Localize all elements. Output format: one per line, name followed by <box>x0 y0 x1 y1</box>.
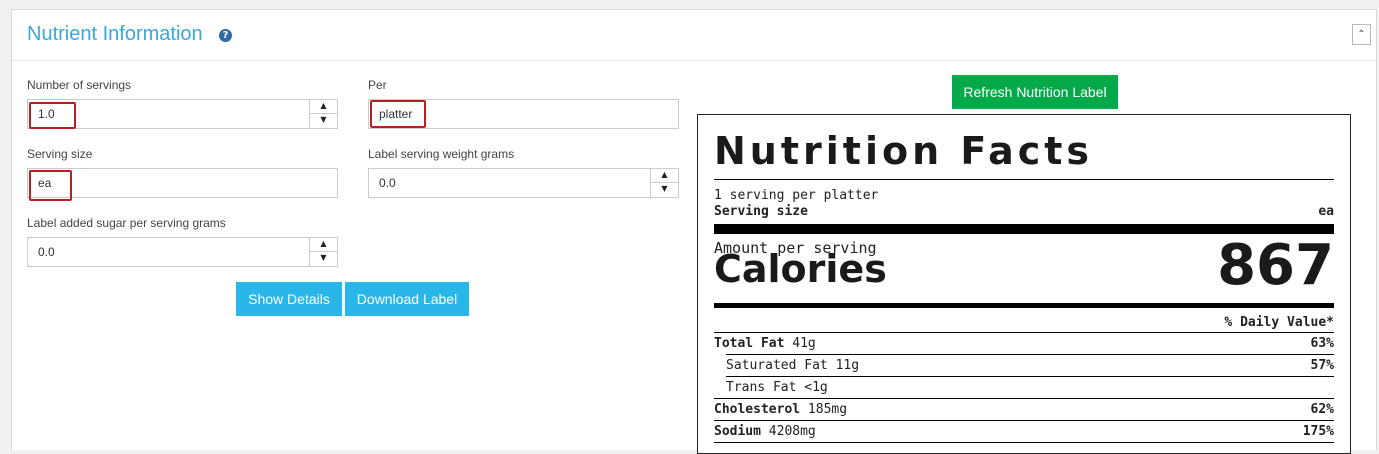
serving-size-highlight-box <box>29 170 72 201</box>
sugar-label: Label added sugar per serving grams <box>27 216 226 230</box>
serving-size-value: ea <box>1318 204 1334 219</box>
stepper-up-icon[interactable]: ▲ <box>310 99 337 114</box>
stepper-down-icon[interactable]: ▼ <box>310 113 337 127</box>
chevron-double-up-icon: ⌃ <box>1357 29 1366 40</box>
servings-highlight-box <box>29 102 76 129</box>
refresh-nutrition-label-button[interactable]: Refresh Nutrition Label <box>952 75 1118 109</box>
help-icon[interactable]: ? <box>219 29 232 42</box>
nutrient-amount: <1g <box>804 380 828 395</box>
nutrient-daily-value: 62% <box>1310 402 1334 417</box>
medium-divider <box>714 303 1334 308</box>
nutrient-row-label: Total Fat 41g <box>714 336 816 351</box>
weight-input[interactable]: 0.0 <box>368 168 679 198</box>
nutrient-daily-value: 57% <box>1310 358 1334 373</box>
nutrient-amount: 185mg <box>807 402 848 417</box>
per-label: Per <box>368 78 387 92</box>
nutrient-row-label: Cholesterol 185mg <box>714 402 847 417</box>
calories-value: 867 <box>1217 233 1334 298</box>
panel-title: Nutrient Information <box>27 23 203 45</box>
weight-stepper[interactable]: ▲ ▼ <box>650 168 678 198</box>
servings-label: Number of servings <box>27 78 132 92</box>
download-label-button[interactable]: Download Label <box>345 282 469 316</box>
divider <box>714 420 1334 421</box>
nutrient-row-label: Trans Fat <1g <box>726 380 828 395</box>
servings-per-container: 1 serving per platter <box>714 188 879 203</box>
serving-size-input[interactable]: ea <box>27 168 338 198</box>
divider <box>726 354 1334 355</box>
nutrient-name: Sodium <box>714 424 761 439</box>
daily-value-header: % Daily Value* <box>1224 315 1334 330</box>
sugar-input[interactable]: 0.0 <box>27 237 338 267</box>
collapse-button[interactable]: ⌃ <box>1352 24 1371 45</box>
divider <box>714 442 1334 443</box>
nutrient-daily-value: 63% <box>1310 336 1334 351</box>
stepper-up-icon[interactable]: ▲ <box>310 237 337 252</box>
divider <box>714 179 1334 180</box>
sugar-stepper[interactable]: ▲ ▼ <box>309 237 337 267</box>
panel-header: Nutrient Information ? ⌃ <box>12 10 1376 61</box>
nutrient-amount: 4208mg <box>768 424 816 439</box>
calories-label: Calories <box>714 247 887 291</box>
stepper-down-icon[interactable]: ▼ <box>651 182 678 196</box>
servings-stepper[interactable]: ▲ ▼ <box>309 99 337 129</box>
nutrient-daily-value: 175% <box>1302 424 1334 439</box>
serving-size-label: Serving size <box>714 204 808 219</box>
nutrient-name: Total Fat <box>714 336 785 351</box>
per-highlight-box <box>370 100 426 128</box>
serving-size-label: Serving size <box>27 147 93 161</box>
divider <box>726 376 1334 377</box>
nutrition-facts-label: Nutrition Facts 1 serving per platter Se… <box>697 114 1351 454</box>
divider <box>714 398 1334 399</box>
nutrient-name: Trans Fat <box>726 380 797 395</box>
nutrition-facts-title: Nutrition Facts <box>714 129 1094 173</box>
nutrient-name: Cholesterol <box>714 402 801 417</box>
nutrient-amount: 41g <box>792 336 816 351</box>
nutrient-amount: 11g <box>835 358 860 373</box>
nutrient-name: Saturated Fat <box>726 358 828 373</box>
weight-label: Label serving weight grams <box>368 147 515 161</box>
stepper-up-icon[interactable]: ▲ <box>651 168 678 183</box>
weight-value: 0.0 <box>379 176 396 190</box>
nutrient-row-label: Saturated Fat 11g <box>726 358 859 373</box>
show-details-button[interactable]: Show Details <box>236 282 342 316</box>
stepper-down-icon[interactable]: ▼ <box>310 251 337 265</box>
sugar-value: 0.0 <box>38 245 55 259</box>
divider <box>714 332 1334 333</box>
nutrient-row-label: Sodium 4208mg <box>714 424 816 439</box>
